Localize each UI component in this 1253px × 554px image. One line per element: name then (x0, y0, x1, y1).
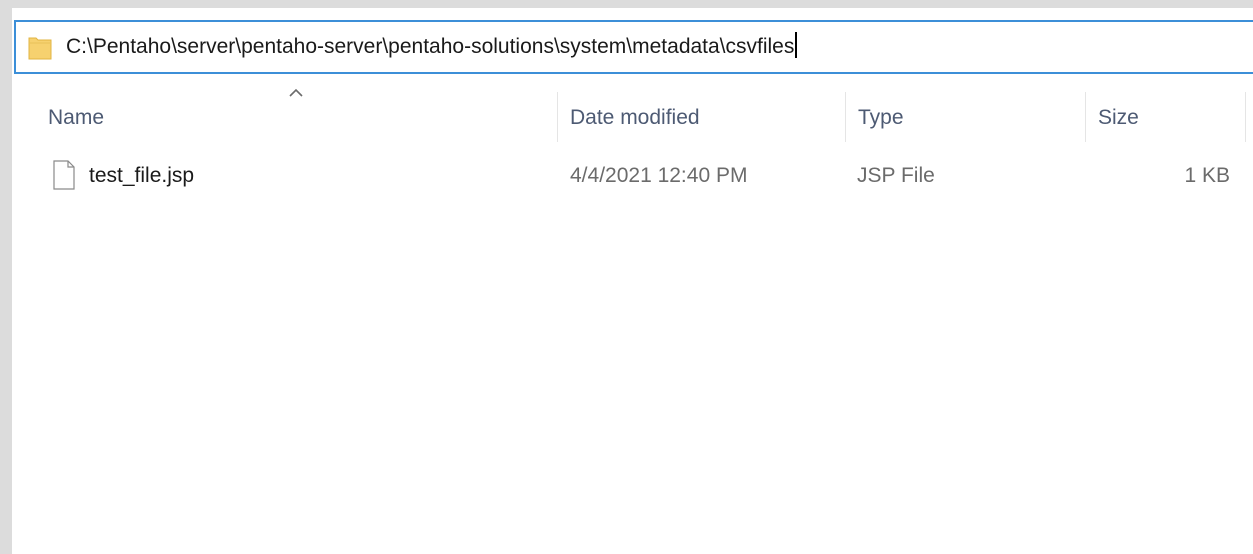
column-header-name[interactable]: Name (48, 98, 104, 138)
column-divider[interactable] (1245, 92, 1246, 142)
column-header-type[interactable]: Type (858, 98, 904, 138)
folder-icon (28, 37, 52, 60)
text-cursor (795, 32, 798, 59)
file-size: 1 KB (1184, 164, 1230, 187)
file-type: JSP File (857, 164, 935, 187)
column-header-date-modified[interactable]: Date modified (570, 98, 700, 138)
column-divider[interactable] (845, 92, 846, 142)
file-icon (53, 160, 75, 190)
file-row[interactable]: test_file.jsp 4/4/2021 12:40 PM JSP File… (14, 150, 1253, 202)
navigation-pane-edge (0, 0, 12, 554)
address-path-text: C:\Pentaho\server\pentaho-server\pentaho… (66, 35, 795, 58)
column-divider[interactable] (1085, 92, 1086, 142)
window-top-border (0, 0, 1253, 8)
address-path-input[interactable]: C:\Pentaho\server\pentaho-server\pentaho… (66, 22, 798, 72)
file-explorer-window: C:\Pentaho\server\pentaho-server\pentaho… (0, 0, 1253, 554)
chevron-up-icon[interactable] (287, 86, 305, 100)
column-header-size[interactable]: Size (1098, 98, 1139, 138)
column-divider[interactable] (557, 92, 558, 142)
file-name: test_file.jsp (89, 164, 195, 187)
file-date-modified: 4/4/2021 12:40 PM (570, 164, 748, 187)
address-bar[interactable]: C:\Pentaho\server\pentaho-server\pentaho… (14, 20, 1253, 74)
